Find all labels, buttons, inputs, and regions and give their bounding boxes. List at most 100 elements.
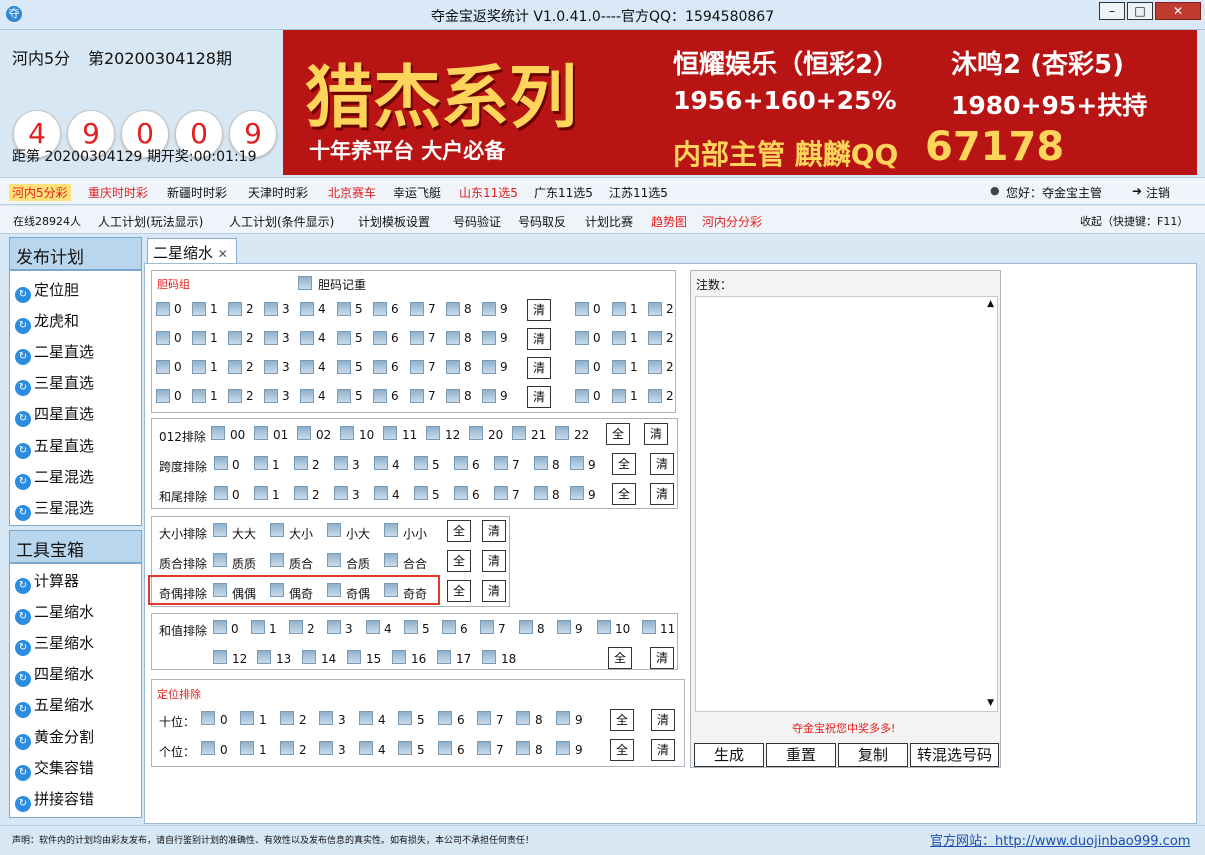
checkbox[interactable] <box>240 741 254 755</box>
checkbox[interactable] <box>374 486 388 500</box>
tab-two-star[interactable]: 二星缩水 ✕ <box>147 238 237 264</box>
checkbox[interactable] <box>254 456 268 470</box>
checkbox[interactable] <box>482 302 496 316</box>
nav-lottery-item[interactable]: 天津时时彩 <box>248 184 308 201</box>
checkbox[interactable] <box>211 426 225 440</box>
sidebar-item[interactable]: ↻ 五星缩水 <box>15 694 94 718</box>
checkbox[interactable] <box>446 360 460 374</box>
checkbox[interactable] <box>469 426 483 440</box>
checkbox[interactable] <box>300 360 314 374</box>
checkbox[interactable] <box>359 741 373 755</box>
checkbox[interactable] <box>612 389 626 403</box>
advertisement-banner[interactable]: 猎杰系列 十年养平台 大户必备 恒耀娱乐（恒彩2） 1956+160+25% 沐… <box>283 30 1197 175</box>
checkbox[interactable] <box>410 360 424 374</box>
select-all-button[interactable]: 全 <box>610 739 634 761</box>
checkbox[interactable] <box>327 553 341 567</box>
checkbox[interactable] <box>319 741 333 755</box>
checkbox[interactable] <box>300 331 314 345</box>
checkbox[interactable] <box>414 486 428 500</box>
checkbox[interactable] <box>213 620 227 634</box>
checkbox[interactable] <box>373 389 387 403</box>
checkbox[interactable] <box>570 486 584 500</box>
checkbox[interactable] <box>482 331 496 345</box>
checkbox[interactable] <box>534 456 548 470</box>
checkbox[interactable] <box>300 302 314 316</box>
nav-lottery-item[interactable]: 幸运飞艇 <box>393 184 441 201</box>
generate-button[interactable]: 生成 <box>694 743 764 767</box>
checkbox[interactable] <box>192 302 206 316</box>
checkbox[interactable] <box>373 360 387 374</box>
checkbox[interactable] <box>228 331 242 345</box>
checkbox[interactable] <box>264 331 278 345</box>
checkbox[interactable] <box>289 620 303 634</box>
tools-nav-item[interactable]: 号码验证 <box>453 213 501 230</box>
sidebar-item[interactable]: ↻ 龙虎和 <box>15 310 79 334</box>
checkbox[interactable] <box>201 711 215 725</box>
checkbox[interactable] <box>648 302 662 316</box>
checkbox[interactable] <box>270 553 284 567</box>
sidebar-item[interactable]: ↻ 交集容错 <box>15 757 94 781</box>
clear-button[interactable]: 清 <box>650 453 674 475</box>
select-all-button[interactable]: 全 <box>447 550 471 572</box>
checkbox[interactable] <box>373 331 387 345</box>
checkbox[interactable] <box>398 741 412 755</box>
checkbox[interactable] <box>327 523 341 537</box>
checkbox[interactable] <box>334 456 348 470</box>
checkbox[interactable] <box>264 302 278 316</box>
collapse-link[interactable]: 收起（快捷键：F11） <box>1080 213 1188 229</box>
select-all-button[interactable]: 全 <box>447 580 471 602</box>
checkbox[interactable] <box>192 389 206 403</box>
checkbox[interactable] <box>494 456 508 470</box>
checkbox[interactable] <box>156 302 170 316</box>
sidebar-item[interactable]: ↻ 黄金分割 <box>15 726 94 750</box>
select-all-button[interactable]: 全 <box>610 709 634 731</box>
nav-lottery-item[interactable]: 江苏11选5 <box>609 184 668 201</box>
checkbox[interactable] <box>298 276 312 290</box>
checkbox[interactable] <box>373 302 387 316</box>
clear-button[interactable]: 清 <box>527 386 551 408</box>
checkbox[interactable] <box>257 650 271 664</box>
checkbox[interactable] <box>648 360 662 374</box>
checkbox[interactable] <box>437 650 451 664</box>
checkbox[interactable] <box>264 360 278 374</box>
tools-panel-title[interactable]: 工具宝箱 <box>9 530 142 563</box>
sidebar-item[interactable]: ↻ 四星直选 <box>15 403 94 427</box>
checkbox[interactable] <box>438 711 452 725</box>
checkbox[interactable] <box>213 650 227 664</box>
select-all-button[interactable]: 全 <box>447 520 471 542</box>
sidebar-item[interactable]: ↻ 五星直选 <box>15 435 94 459</box>
checkbox[interactable] <box>340 426 354 440</box>
clear-button[interactable]: 清 <box>651 739 675 761</box>
clear-button[interactable]: 清 <box>527 357 551 379</box>
select-all-button[interactable]: 全 <box>606 423 630 445</box>
sidebar-item[interactable]: ↻ 四星缩水 <box>15 663 94 687</box>
checkbox[interactable] <box>410 389 424 403</box>
checkbox[interactable] <box>213 553 227 567</box>
sidebar-item[interactable]: ↻ 三星混选 <box>15 497 94 521</box>
checkbox[interactable] <box>575 331 589 345</box>
checkbox[interactable] <box>575 389 589 403</box>
minimize-button[interactable]: – <box>1099 2 1125 20</box>
checkbox[interactable] <box>414 456 428 470</box>
clear-button[interactable]: 清 <box>482 580 506 602</box>
checkbox[interactable] <box>327 620 341 634</box>
checkbox[interactable] <box>446 331 460 345</box>
checkbox[interactable] <box>337 331 351 345</box>
checkbox[interactable] <box>410 302 424 316</box>
to-mixed-button[interactable]: 转混选号码 <box>910 743 999 767</box>
close-button[interactable]: ✕ <box>1155 2 1201 20</box>
sidebar-item[interactable]: ↻ 三星缩水 <box>15 632 94 656</box>
tools-nav-item[interactable]: 号码取反 <box>518 213 566 230</box>
checkbox[interactable] <box>398 711 412 725</box>
checkbox[interactable] <box>213 523 227 537</box>
checkbox[interactable] <box>482 389 496 403</box>
checkbox[interactable] <box>228 360 242 374</box>
checkbox[interactable] <box>516 711 530 725</box>
nav-lottery-item[interactable]: 重庆时时彩 <box>88 184 148 201</box>
checkbox[interactable] <box>612 302 626 316</box>
checkbox[interactable] <box>384 523 398 537</box>
checkbox[interactable] <box>334 486 348 500</box>
tab-close-icon[interactable]: ✕ <box>218 247 228 261</box>
checkbox[interactable] <box>192 331 206 345</box>
official-site-link[interactable]: 官方网站：http://www.duojinbao999.com <box>930 830 1190 849</box>
